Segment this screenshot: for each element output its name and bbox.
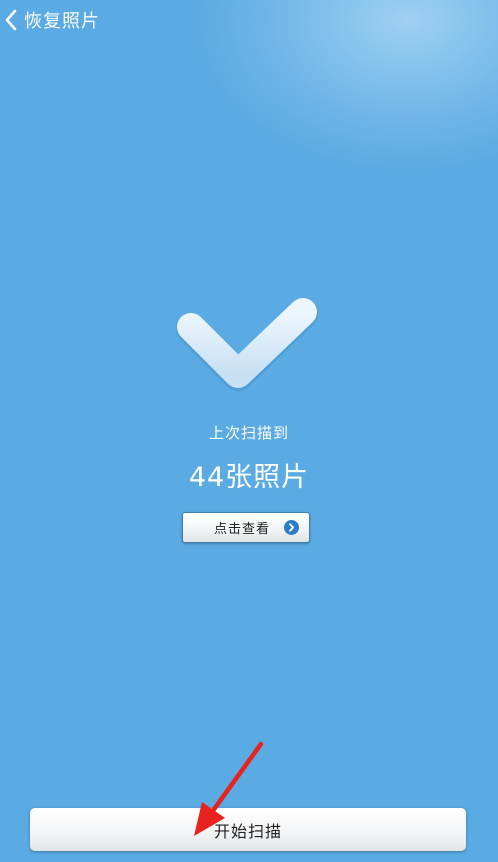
page-title: 恢复照片: [24, 11, 100, 32]
back-button[interactable]: 恢复照片: [2, 6, 100, 34]
chevron-left-icon: [5, 9, 17, 31]
start-scan-label: 开始扫描: [213, 821, 282, 841]
view-photos-button[interactable]: 点击查看: [182, 512, 310, 543]
last-scan-label: 上次扫描到: [208, 424, 289, 442]
view-photos-label: 点击查看: [214, 522, 271, 537]
chevron-right-circle-icon: [284, 520, 299, 535]
checkmark-icon: [176, 298, 318, 391]
header-bar: 恢复照片: [0, 0, 498, 40]
recover-photos-screen: 恢复照片 上次扫描到 44张照片 点击查看 开始扫描: [0, 0, 498, 862]
photo-count: 44张照片: [188, 462, 310, 493]
start-scan-button[interactable]: 开始扫描: [30, 808, 466, 851]
